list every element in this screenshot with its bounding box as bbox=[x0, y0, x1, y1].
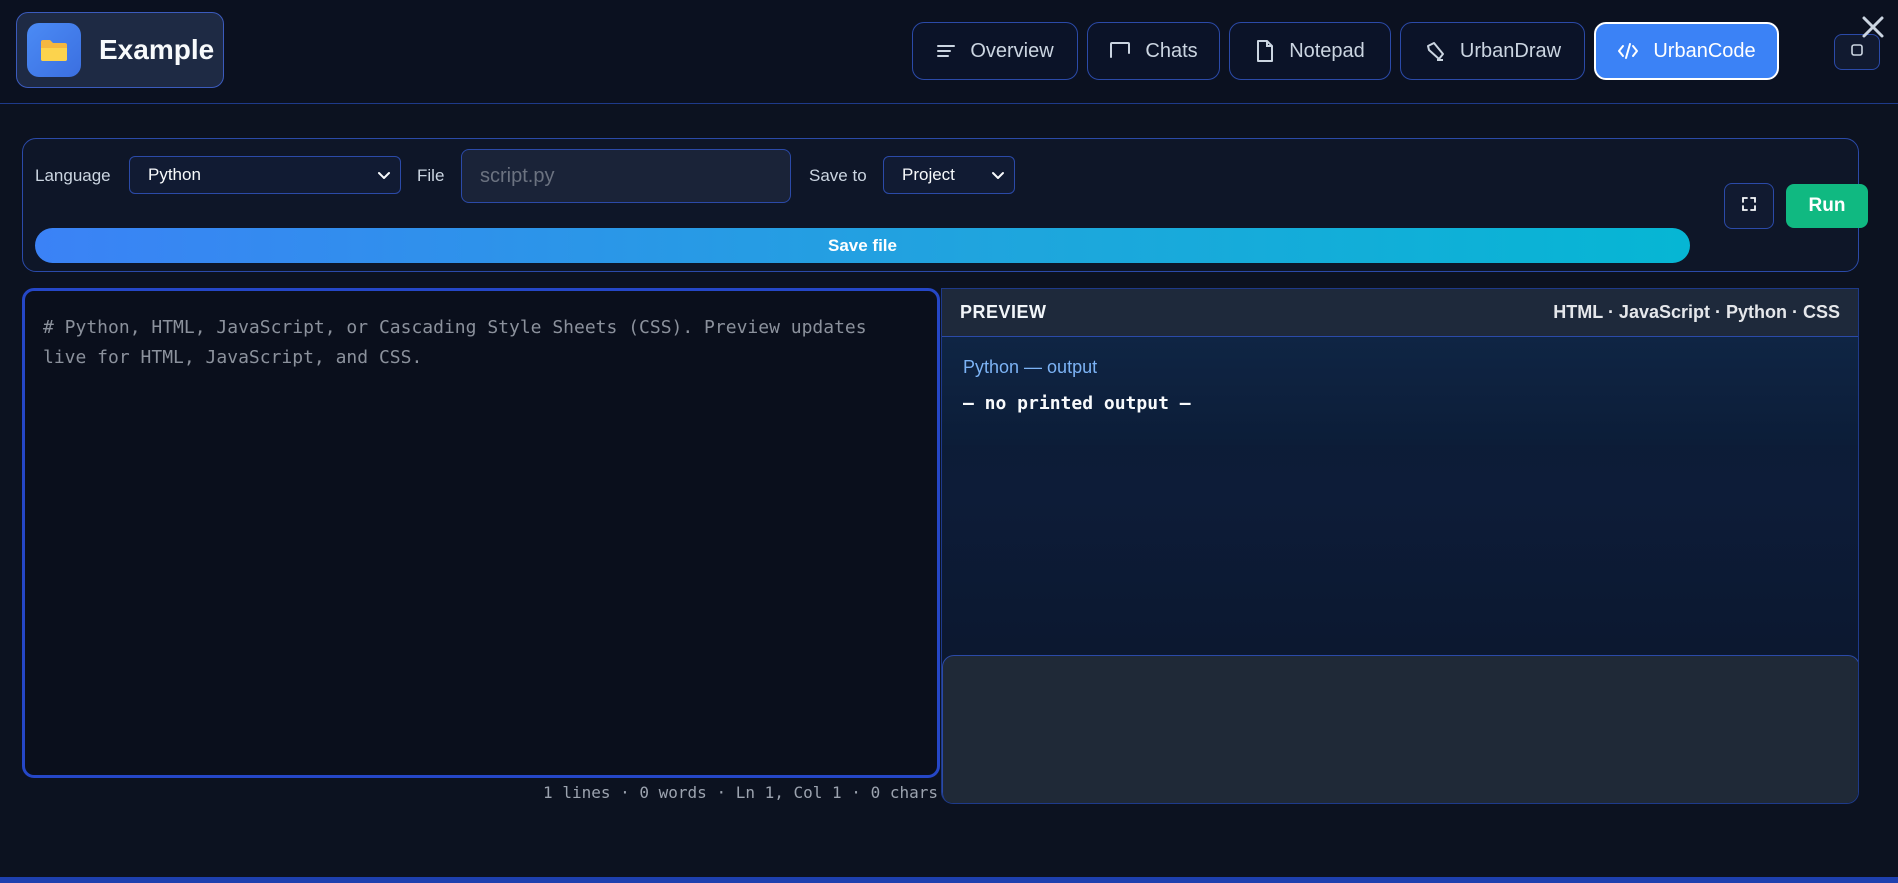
chevron-down-icon bbox=[990, 167, 1006, 188]
save-to-select[interactable]: Project bbox=[883, 156, 1015, 194]
code-icon bbox=[1617, 42, 1639, 60]
tab-chats[interactable]: Chats bbox=[1087, 22, 1220, 80]
file-name-input[interactable]: script.py bbox=[461, 149, 791, 203]
tab-overview[interactable]: Overview bbox=[912, 22, 1078, 80]
fullscreen-icon bbox=[1741, 196, 1757, 217]
bottom-border bbox=[0, 877, 1898, 883]
run-label: Run bbox=[1808, 195, 1846, 216]
preview-languages: HTML · JavaScript · Python · CSS bbox=[1553, 302, 1840, 322]
tab-urbancode[interactable]: UrbanCode bbox=[1594, 22, 1779, 80]
language-value: Python bbox=[148, 165, 201, 184]
align-left-icon bbox=[936, 43, 956, 59]
language-label: Language bbox=[35, 166, 111, 185]
output-area: Python — output — no printed output — bbox=[942, 337, 1858, 445]
app-header: Example Overview Chats Notepad UrbanDraw… bbox=[0, 0, 1898, 104]
file-label: File bbox=[417, 166, 445, 185]
run-button[interactable]: Run bbox=[1786, 184, 1868, 228]
tab-label: UrbanCode bbox=[1653, 39, 1756, 62]
language-select[interactable]: Python bbox=[129, 156, 401, 194]
close-icon bbox=[1860, 14, 1886, 45]
fullscreen-button[interactable] bbox=[1724, 183, 1774, 229]
tab-label: Notepad bbox=[1289, 39, 1365, 62]
console-panel bbox=[942, 655, 1858, 803]
tab-label: UrbanDraw bbox=[1459, 39, 1562, 62]
save-to-value: Project bbox=[902, 165, 955, 184]
editor-status: 1 lines · 0 words · Ln 1, Col 1 · 0 char… bbox=[543, 783, 938, 802]
save-file-button[interactable]: Save file bbox=[35, 228, 1690, 263]
document-icon bbox=[1255, 39, 1275, 63]
brand[interactable]: Example bbox=[16, 12, 224, 88]
app-name: Example bbox=[99, 34, 215, 65]
tab-label: Overview bbox=[970, 39, 1054, 62]
file-placeholder: script.py bbox=[480, 164, 555, 187]
tab-urbandraw[interactable]: UrbanDraw bbox=[1400, 22, 1585, 80]
output-text: — no printed output — bbox=[963, 393, 1191, 414]
code-editor[interactable]: # Python, HTML, JavaScript, or Cascading… bbox=[22, 288, 940, 778]
pen-icon bbox=[1424, 40, 1446, 62]
tab-notepad[interactable]: Notepad bbox=[1229, 22, 1391, 80]
preview-panel: PREVIEW HTML · JavaScript · Python · CSS… bbox=[941, 288, 1859, 804]
square-icon bbox=[1850, 43, 1864, 62]
folder-icon bbox=[27, 23, 81, 77]
close-button[interactable] bbox=[1858, 14, 1888, 44]
editor-toolbar: Language Python File script.py Save to P… bbox=[22, 138, 1868, 272]
save-file-label: Save file bbox=[828, 235, 897, 255]
chat-bubble-icon bbox=[1109, 41, 1131, 61]
tab-label: Chats bbox=[1145, 39, 1198, 62]
output-label: Python — output bbox=[963, 357, 1098, 377]
preview-title: PREVIEW bbox=[960, 302, 1047, 322]
preview-header: PREVIEW HTML · JavaScript · Python · CSS bbox=[942, 289, 1858, 337]
save-to-label: Save to bbox=[809, 166, 867, 185]
editor-placeholder: # Python, HTML, JavaScript, or Cascading… bbox=[43, 317, 867, 368]
chevron-down-icon bbox=[376, 167, 392, 188]
